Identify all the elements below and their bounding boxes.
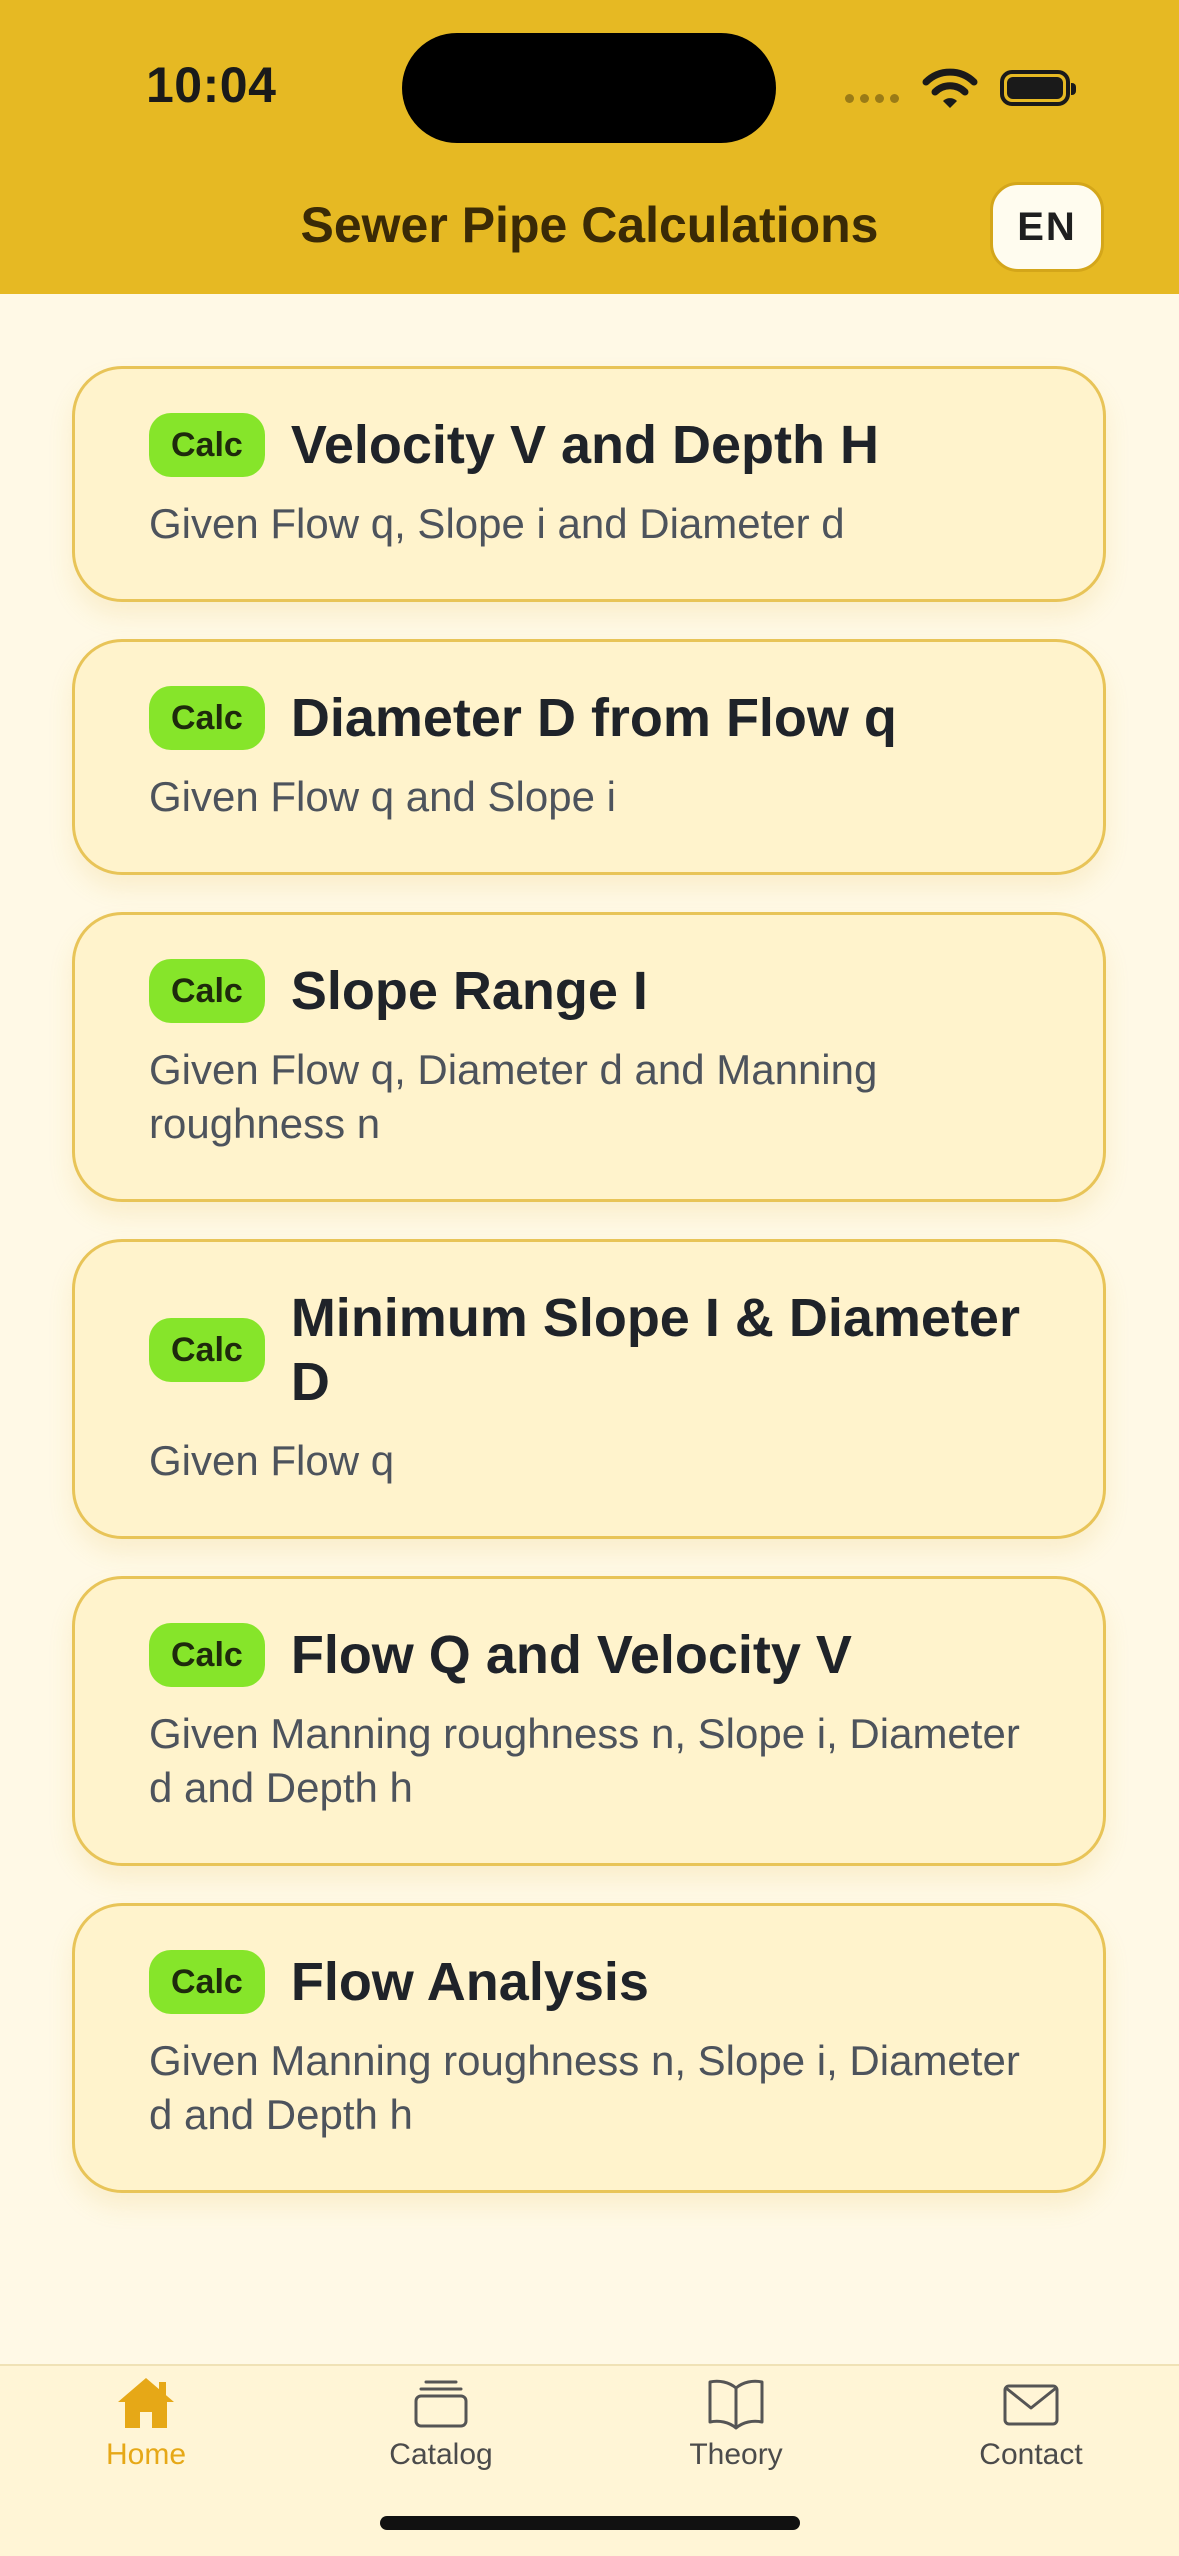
app-header: 10:04 Sewer Pipe Calculations EN	[0, 0, 1179, 294]
calc-card-velocity-depth[interactable]: Calc Velocity V and Depth H Given Flow q…	[72, 366, 1106, 602]
book-icon	[708, 2379, 764, 2430]
catalog-icon	[414, 2380, 468, 2428]
card-title: Velocity V and Depth H	[290, 415, 879, 475]
calculation-list: Calc Velocity V and Depth H Given Flow q…	[72, 366, 1106, 2230]
card-subtitle: Given Flow q, Slope i and Diameter d	[149, 500, 845, 547]
battery-icon	[1000, 70, 1076, 106]
tab-label: Catalog	[389, 2438, 493, 2471]
home-icon	[118, 2378, 174, 2428]
home-indicator	[380, 2516, 800, 2530]
tab-theory[interactable]: Theory	[616, 2374, 856, 2472]
calc-card-flow-analysis[interactable]: Calc Flow Analysis Given Manning roughne…	[72, 1903, 1106, 2193]
tab-label: Home	[105, 2438, 187, 2471]
card-subtitle: Given Manning roughness n, Slope i, Diam…	[149, 1710, 1020, 1811]
calc-badge: Calc	[149, 686, 265, 750]
calc-card-flow-velocity[interactable]: Calc Flow Q and Velocity V Given Manning…	[72, 1576, 1106, 1866]
mail-icon	[1003, 2384, 1059, 2426]
card-title: Flow Q and Velocity V	[290, 1625, 852, 1685]
card-subtitle: Given Manning roughness n, Slope i, Diam…	[149, 2037, 1020, 2138]
calc-badge: Calc	[149, 1623, 265, 1687]
tab-label: Theory	[689, 2438, 783, 2471]
card-title: Flow Analysis	[290, 1952, 649, 2012]
card-title: Slope Range I	[290, 961, 648, 1021]
card-subtitle: Given Flow q, Diameter d and Manning rou…	[149, 1046, 878, 1147]
dynamic-island	[402, 33, 776, 143]
cellular-signal-icon	[845, 94, 899, 103]
calc-badge: Calc	[149, 959, 265, 1023]
tab-home[interactable]: Home	[26, 2374, 266, 2472]
card-subtitle: Given Flow q and Slope i	[149, 773, 616, 820]
tab-contact[interactable]: Contact	[911, 2374, 1151, 2472]
wifi-icon	[922, 68, 978, 108]
calc-badge: Calc	[149, 413, 265, 477]
calc-card-diameter[interactable]: Calc Diameter D from Flow q Given Flow q…	[72, 639, 1106, 875]
card-title: Diameter D from Flow q	[290, 688, 897, 748]
calc-card-slope-range[interactable]: Calc Slope Range I Given Flow q, Diamete…	[72, 912, 1106, 1202]
calc-card-min-slope[interactable]: Calc Minimum Slope I & Diameter D Given …	[72, 1239, 1106, 1539]
tab-catalog[interactable]: Catalog	[321, 2374, 561, 2472]
language-button[interactable]: EN	[990, 182, 1104, 272]
calc-badge: Calc	[149, 1318, 265, 1382]
status-time: 10:04	[146, 57, 277, 113]
calc-badge: Calc	[149, 1950, 265, 2014]
card-title: Minimum Slope I & Diameter D	[290, 1288, 1020, 1412]
card-subtitle: Given Flow q	[149, 1437, 395, 1484]
tab-label: Contact	[979, 2438, 1083, 2471]
